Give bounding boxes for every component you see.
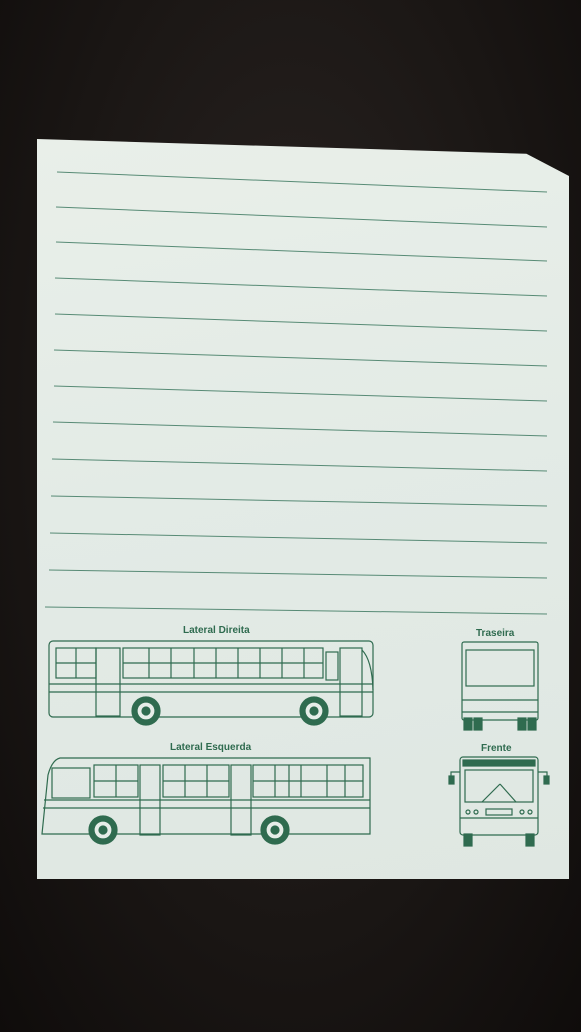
bus-left-side: [41, 757, 371, 845]
ruled-lines: [44, 171, 548, 615]
bus-front-view: [448, 756, 550, 847]
bus-rear-view: [461, 641, 539, 731]
bus-diagram-sheet: [41, 171, 550, 847]
bus-right-side: [48, 640, 374, 726]
label-right-side: Lateral Direita: [183, 625, 250, 636]
photo: Lateral Direita Traseira Lateral Esquerd…: [0, 0, 581, 1032]
label-left-side: Lateral Esquerda: [170, 742, 252, 753]
label-front: Frente: [481, 743, 512, 754]
label-rear: Traseira: [476, 628, 515, 639]
